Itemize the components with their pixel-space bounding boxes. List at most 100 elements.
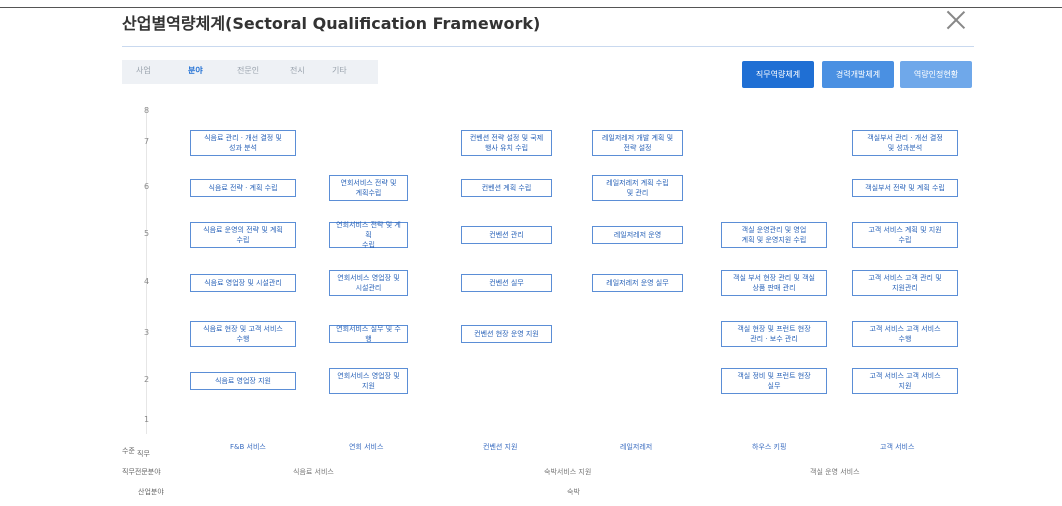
competency-box-line: 객실부서 관리 · 개선 결정: [867, 134, 943, 142]
competency-box[interactable]: 컨벤션 실무: [461, 274, 552, 292]
competency-box-line: 레일저레저 운영: [613, 231, 662, 239]
row-label-specialty: 직무전문분야: [122, 468, 161, 476]
row-label-industry: 산업분야: [138, 488, 164, 496]
competency-box-line: 객실 정비 및 프런트 현장: [737, 372, 811, 380]
level-label-1: 1: [144, 415, 150, 424]
competency-box-line: 식음료 운영의 전략 및 계획: [203, 226, 283, 234]
competency-box-line: 레일저레저 계획 수립: [606, 179, 669, 187]
category-customer-service[interactable]: 고객 서비스: [880, 442, 914, 452]
competency-box-line: 컨벤션 실무: [489, 279, 524, 287]
competency-box-line: 연회서비스 실무 및 수행: [336, 325, 401, 343]
competency-box-line: 컨벤션 전략 설정 및 국제: [469, 134, 544, 142]
competency-box[interactable]: 고객 서비스 고객 서비스수행: [852, 321, 958, 347]
competency-box-line: 객실 부서 현장 관리 및 객실: [733, 274, 815, 282]
competency-box[interactable]: 식음료 관리 · 개선 결정 및성과 분석: [190, 130, 296, 156]
level-label-6: 6: [144, 182, 150, 191]
category-banquet[interactable]: 연회 서비스: [349, 442, 383, 452]
competency-box-line: 연회서비스 영업장 및: [337, 274, 400, 282]
competency-box-line: 수립: [236, 236, 250, 244]
category-fnb[interactable]: F&B 서비스: [230, 442, 266, 452]
competency-box-line: 고객 서비스 계획 및 지원: [868, 226, 942, 234]
competency-box[interactable]: 연회서비스 실무 및 수행: [329, 325, 408, 343]
competency-box-line: 식음료 전략 · 계획 수립: [208, 184, 278, 192]
competency-grid: 8 7 6 5 4 3 2 1 식음료 관리 · 개선 결정 및 성과 분석 컨벤션 전략 설정 및…: [0, 0, 1062, 506]
competency-box-line: 수립: [362, 241, 375, 249]
competency-box[interactable]: 식음료 운영의 전략 및 계획수립: [190, 222, 296, 248]
competency-box-line: 관리 · 보수 관리: [750, 335, 798, 343]
competency-box[interactable]: 식음료 영업장 지원: [190, 372, 296, 390]
competency-box-line: 고객 서비스 고객 서비스: [869, 372, 941, 380]
competency-box-line: 시설관리: [355, 284, 382, 292]
competency-box[interactable]: 연회서비스 영업장 및지원: [329, 368, 408, 394]
competency-box[interactable]: 컨벤션 전략 설정 및 국제 행사 유치 수립: [461, 130, 552, 156]
competency-box[interactable]: 객실부서 전략 및 계획 수립: [852, 179, 958, 197]
level-label-8: 8: [144, 106, 150, 115]
competency-box[interactable]: 고객 서비스 계획 및 지원수립: [852, 222, 958, 248]
competency-box-line: 연회서비스 전략 및: [340, 179, 397, 187]
level-label-2: 2: [144, 375, 150, 384]
competency-box-line: 컨벤션 현장 운영 지원: [474, 330, 539, 338]
competency-box-line: 전략 설정: [623, 144, 652, 152]
competency-box-line: 수행: [236, 335, 250, 343]
competency-box[interactable]: 레일저레저 계획 수립및 관리: [592, 175, 683, 201]
competency-box-line: 지원관리: [892, 284, 918, 292]
competency-box[interactable]: 연회서비스 전략 및계획수립: [329, 175, 408, 201]
competency-box-line: 수행: [898, 335, 912, 343]
competency-box-line: 및 관리: [626, 189, 649, 197]
competency-box-line: 식음료 관리 · 개선 결정 및: [204, 134, 282, 142]
level-axis-line: [146, 108, 147, 434]
competency-box-line: 성과 분석: [229, 144, 257, 152]
level-label-7: 7: [144, 137, 150, 146]
specialty-room: 객실 운영 서비스: [810, 468, 860, 476]
competency-box-line: 식음료 영업장 지원: [215, 377, 271, 385]
competency-box-line: 지원: [362, 382, 375, 390]
competency-box-line: 식음료 현장 및 고객 서비스: [203, 325, 283, 333]
competency-box[interactable]: 연회서비스 전략 및 계획수립: [329, 221, 408, 249]
competency-box-line: 객실 현장 및 프런트 현장: [737, 325, 811, 333]
competency-box-line: 연회서비스 영업장 및: [337, 372, 400, 380]
competency-box-line: 객실 운영관리 및 영업: [741, 226, 807, 234]
competency-box-line: 수립: [898, 236, 912, 244]
competency-box[interactable]: 식음료 영업장 및 시설관리: [190, 274, 296, 292]
category-convention[interactable]: 컨벤션 지원: [483, 442, 517, 452]
competency-box-line: 컨벤션 관리: [489, 231, 524, 239]
competency-box-line: 연회서비스 전략 및 계획: [336, 221, 401, 239]
col-header-label: 직무: [137, 450, 150, 458]
competency-box[interactable]: 식음료 전략 · 계획 수립: [190, 179, 296, 197]
competency-box[interactable]: 객실부서 관리 · 개선 결정및 성과분석: [852, 130, 958, 156]
competency-box-line: 고객 서비스 고객 서비스: [869, 325, 941, 333]
competency-box-line: 객실부서 전략 및 계획 수립: [865, 184, 945, 192]
competency-box-line: 계획수립: [355, 189, 382, 197]
competency-box-line: 실무: [767, 382, 781, 390]
category-leisure[interactable]: 레일저레저: [620, 442, 652, 452]
competency-box[interactable]: 객실 현장 및 프런트 현장관리 · 보수 관리: [721, 321, 827, 347]
competency-box[interactable]: 식음료 현장 및 고객 서비스수행: [190, 321, 296, 347]
competency-box-line: 지원: [898, 382, 912, 390]
competency-box-line: 및 성과분석: [887, 144, 923, 152]
competency-box[interactable]: 레일저레저 운영 실무: [592, 274, 683, 292]
competency-box[interactable]: 레일저레저 개발 계획 및전략 설정: [592, 130, 683, 156]
competency-box[interactable]: 객실 부서 현장 관리 및 객실상품 판매 관리: [721, 270, 827, 296]
competency-box[interactable]: 레일저레저 운영: [592, 226, 683, 244]
competency-box[interactable]: 고객 서비스 고객 서비스지원: [852, 368, 958, 394]
competency-box[interactable]: 객실 운영관리 및 영업 계획 및 운영지원 수립: [721, 222, 827, 248]
competency-box[interactable]: 객실 정비 및 프런트 현장실무: [721, 368, 827, 394]
specialty-fnb: 식음료 서비스: [293, 468, 334, 476]
competency-box-line: 식음료 영업장 및 시설관리: [204, 279, 282, 287]
competency-box-line: 컨벤션 계획 수립: [481, 184, 532, 192]
competency-box-line: 상품 판매 관리: [752, 284, 796, 292]
level-label-4: 4: [144, 277, 150, 286]
industry-value: 숙박: [567, 488, 580, 496]
competency-box[interactable]: 컨벤션 현장 운영 지원: [461, 325, 552, 343]
competency-box-line: 레일저레저 개발 계획 및: [601, 134, 674, 142]
competency-box[interactable]: 컨벤션 관리: [461, 226, 552, 244]
corner-label: 수준: [122, 447, 135, 455]
category-housekeeping[interactable]: 하우스 키핑: [752, 442, 786, 452]
competency-box-line: 고객 서비스 고객 관리 및: [868, 274, 942, 282]
competency-box[interactable]: 컨벤션 계획 수립: [461, 179, 552, 197]
competency-box[interactable]: 연회서비스 영업장 및시설관리: [329, 270, 408, 296]
competency-box-line: 레일저레저 운영 실무: [606, 279, 669, 287]
competency-box[interactable]: 고객 서비스 고객 관리 및지원관리: [852, 270, 958, 296]
level-label-3: 3: [144, 328, 150, 337]
specialty-lodging: 숙박서비스 지원: [544, 468, 592, 476]
